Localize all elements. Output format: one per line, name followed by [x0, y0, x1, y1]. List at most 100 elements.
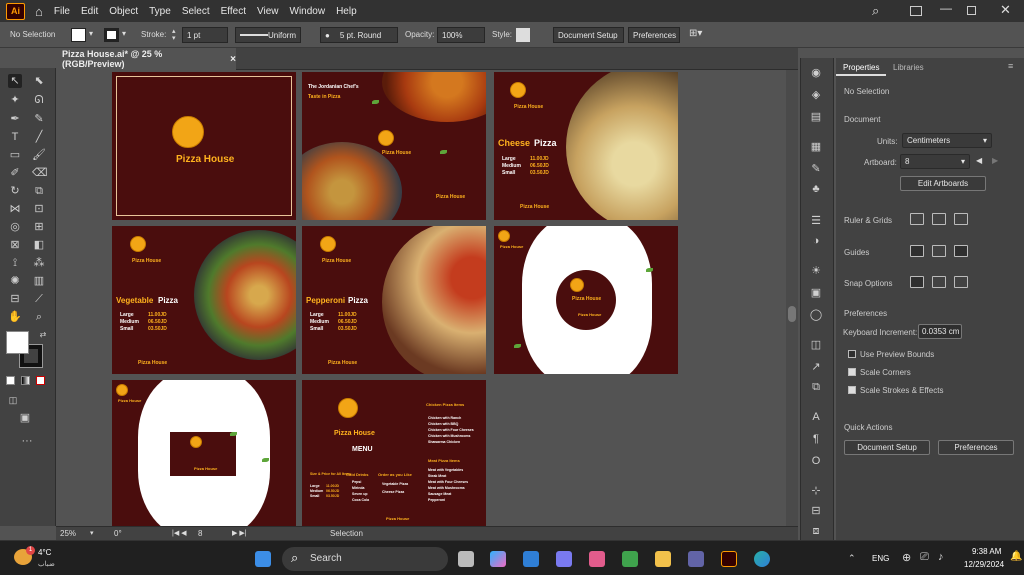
chevron-down-icon[interactable]: ▾ — [122, 29, 126, 38]
document-setup-button[interactable]: Document Setup — [844, 440, 930, 455]
edge-icon[interactable] — [754, 551, 770, 567]
tab-properties[interactable]: Properties — [836, 58, 887, 76]
color-panel-icon[interactable]: ☀ — [809, 264, 823, 278]
scroll-thumb[interactable] — [788, 306, 796, 322]
menu-edit[interactable]: Edit — [81, 6, 98, 17]
artboard-6[interactable]: Pizza House Pizza House Pizza House — [494, 226, 678, 374]
maximize-icon[interactable] — [967, 6, 976, 15]
layers-panel-icon[interactable]: ◫ — [809, 338, 823, 352]
close-icon[interactable]: ✕ — [1000, 2, 1011, 18]
draw-mode-icon[interactable]: ◫ — [6, 393, 20, 407]
snipping-icon[interactable] — [589, 551, 605, 567]
swap-colors-icon[interactable]: ⇄ — [36, 328, 50, 342]
document-setup-button[interactable]: Document Setup — [553, 27, 624, 43]
artboard-5[interactable]: Pizza House Pepperoni Pizza Large Medium… — [302, 226, 486, 374]
file-explorer-icon[interactable] — [655, 551, 671, 567]
transparency-panel-icon[interactable]: ◯ — [809, 308, 823, 322]
clock-time[interactable]: 9:38 AM — [972, 547, 1001, 556]
camera-icon[interactable]: ⎚ — [920, 551, 929, 564]
artboard-dropdown[interactable]: 8 ▾ — [900, 154, 970, 169]
graph-tool-icon[interactable]: ▥ — [32, 274, 46, 288]
menu-file[interactable]: File — [54, 6, 70, 17]
previous-artboard-icon[interactable]: ◀ — [976, 156, 982, 165]
artboard-tool-icon[interactable]: ⊟ — [8, 292, 22, 306]
keyboard-increment-field[interactable]: 0.0353 cm — [918, 324, 962, 339]
chevron-up-icon[interactable]: ⌃ — [848, 553, 856, 564]
stepper-icon[interactable]: ▴ ▾ — [172, 28, 176, 42]
illustrator-taskbar-icon[interactable] — [721, 551, 737, 567]
curvature-tool-icon[interactable]: ✎ — [32, 112, 46, 126]
gradient-panel-icon[interactable]: ▣ — [809, 286, 823, 300]
rotate-tool-icon[interactable]: ↻ — [8, 184, 22, 198]
grid-icon[interactable] — [932, 213, 946, 225]
zoom-tool-icon[interactable]: ⌕ — [32, 310, 46, 324]
perspective-grid-icon[interactable]: ⊞ — [32, 220, 46, 234]
blend-tool-icon[interactable]: ⁂ — [32, 256, 46, 270]
artboard-4[interactable]: Pizza House Vegetable Pizza Large Medium… — [112, 226, 296, 374]
chevron-down-icon[interactable]: ▾ — [89, 29, 93, 38]
snap-pixel-icon[interactable] — [932, 276, 946, 288]
character-panel-icon[interactable]: A — [809, 410, 823, 424]
shape-builder-icon[interactable]: ◎ — [8, 220, 22, 234]
menu-type[interactable]: Type — [149, 6, 171, 17]
properties-panel-icon[interactable]: ◉ — [809, 66, 823, 80]
arrange-icon[interactable] — [910, 6, 922, 16]
artboard-2[interactable]: The Jordanian Chef's Taste in Pizza Pizz… — [302, 72, 486, 220]
units-dropdown[interactable]: Centimeters ▾ — [902, 133, 992, 148]
ruler-icon[interactable] — [910, 213, 924, 225]
artboard-1[interactable]: Pizza House — [112, 72, 296, 220]
artboard-nav-icon[interactable]: ▶ ▶| — [232, 529, 247, 537]
none-mode-icon[interactable] — [36, 376, 45, 385]
show-guides-icon[interactable] — [910, 245, 924, 257]
opacity-field[interactable]: 100% — [437, 27, 485, 43]
scale-tool-icon[interactable]: ⧉ — [32, 184, 46, 198]
preferences-button[interactable]: Preferences — [938, 440, 1014, 455]
edit-artboards-button[interactable]: Edit Artboards — [900, 176, 986, 191]
paragraph-panel-icon[interactable]: ¶ — [809, 432, 823, 446]
pathfinder-panel-icon[interactable]: ⧈ — [809, 524, 823, 538]
volume-icon[interactable]: ♪ — [938, 551, 944, 563]
store-icon[interactable] — [556, 551, 572, 567]
free-transform-icon[interactable]: ⊡ — [32, 202, 46, 216]
teams-icon[interactable] — [688, 551, 704, 567]
tab-libraries[interactable]: Libraries — [886, 58, 931, 76]
stocks-icon[interactable] — [622, 551, 638, 567]
copilot-icon[interactable] — [490, 551, 506, 567]
paintbrush-icon[interactable]: 🖌 — [32, 148, 46, 162]
artboard-nav-icon[interactable]: |◀ ◀ — [172, 529, 187, 537]
fill-color-swatch[interactable] — [6, 331, 29, 354]
menu-object[interactable]: Object — [109, 6, 138, 17]
brushes-panel-icon[interactable]: ✎ — [809, 162, 823, 176]
fill-swatch[interactable] — [71, 28, 86, 42]
gradient-tool-icon[interactable]: ◧ — [32, 238, 46, 252]
artboard-7[interactable]: Pizza House Pizza House — [112, 380, 296, 526]
export-panel-icon[interactable]: ↗ — [809, 360, 823, 374]
type-tool-icon[interactable]: T — [8, 130, 22, 144]
transparency-grid-icon[interactable] — [954, 213, 968, 225]
vertical-scrollbar[interactable] — [786, 70, 798, 526]
home-icon[interactable]: ⌂ — [35, 4, 43, 19]
search-icon[interactable]: ⌕ — [872, 3, 879, 19]
artboard-8[interactable]: Pizza House MENU Chicken Pizza Items Chi… — [302, 380, 486, 526]
symbol-sprayer-icon[interactable]: ✺ — [8, 274, 22, 288]
shaper-tool-icon[interactable]: ✐ — [8, 166, 22, 180]
opentype-panel-icon[interactable]: O — [809, 454, 823, 468]
lasso-icon[interactable]: ᘏ — [32, 93, 46, 107]
hand-tool-icon[interactable]: ✋ — [8, 310, 22, 324]
network-icon[interactable]: ⊕ — [902, 551, 911, 564]
windows-start-icon[interactable] — [255, 551, 271, 567]
magic-wand-icon[interactable]: ✦ — [8, 93, 22, 107]
canvas[interactable]: Pizza House The Jordanian Chef's Taste i… — [56, 70, 786, 526]
rectangle-tool-icon[interactable]: ▭ — [8, 148, 22, 162]
align-panel-icon[interactable]: ⊟ — [809, 504, 823, 518]
document-info-icon[interactable]: ▤ — [809, 110, 823, 124]
arrange-documents-icon[interactable]: ⊞▾ — [689, 28, 702, 39]
minimize-icon[interactable]: — — [940, 1, 952, 15]
rotate-view-field[interactable]: 0° — [114, 529, 122, 538]
stroke-weight-field[interactable]: 1 pt — [182, 27, 228, 43]
use-preview-bounds-checkbox[interactable] — [848, 350, 856, 358]
clock-date[interactable]: 12/29/2024 — [964, 560, 1004, 569]
lock-guides-icon[interactable] — [932, 245, 946, 257]
width-tool-icon[interactable]: ⋈ — [8, 202, 22, 216]
artboards-panel-icon[interactable]: ▦ — [809, 140, 823, 154]
